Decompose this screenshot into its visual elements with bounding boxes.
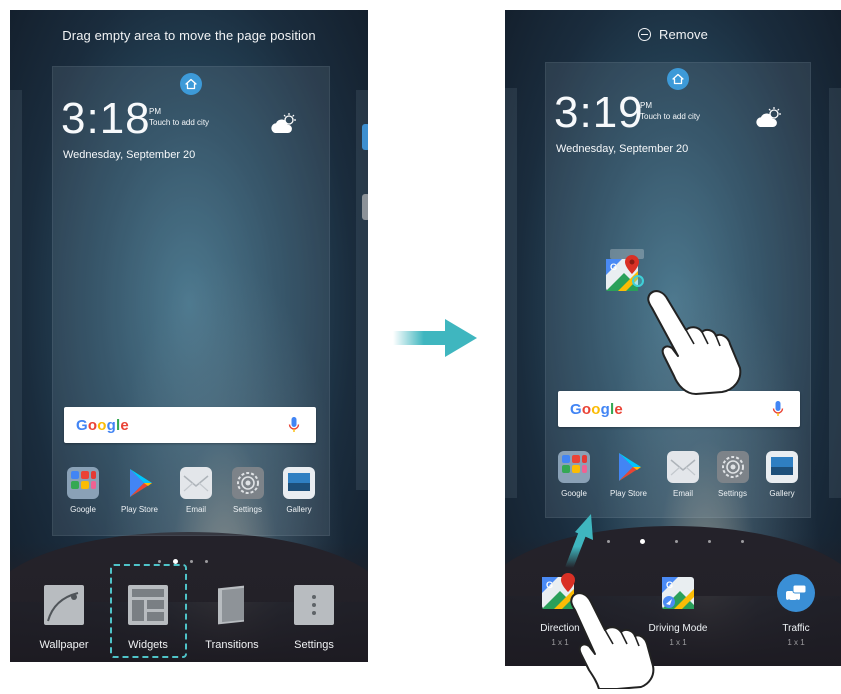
prev-page-preview[interactable] <box>10 90 22 490</box>
email-icon <box>180 467 212 499</box>
settings-button[interactable]: Settings <box>284 585 344 651</box>
wallpaper-button[interactable]: Wallpaper <box>34 585 94 651</box>
transitions-icon <box>212 585 252 625</box>
dock-app-gallery[interactable]: Gallery <box>762 451 802 498</box>
dock-app-label: Google <box>70 505 96 514</box>
settings-label: Settings <box>294 639 334 651</box>
play-store-icon <box>124 467 156 499</box>
mic-icon[interactable] <box>772 400 784 423</box>
next-page-preview[interactable] <box>829 88 841 498</box>
dock-app-label: Settings <box>718 489 747 498</box>
page-dot[interactable] <box>708 540 711 543</box>
gallery-icon <box>766 451 798 483</box>
clock-date: Wednesday, September 20 <box>63 149 196 161</box>
widget-label: Driving Mode <box>648 623 708 634</box>
left-home-screen: Drag empty area to move the page positio… <box>10 10 368 662</box>
page-dot-active[interactable] <box>640 539 645 544</box>
phone-app-icon <box>362 124 368 150</box>
page-dot[interactable] <box>158 560 161 563</box>
dock-app-play-store[interactable]: Play Store <box>115 467 165 514</box>
google-search-bar[interactable]: Google <box>64 407 316 443</box>
settings-gear-icon <box>716 451 749 483</box>
widget-label: Traffic <box>782 623 810 634</box>
dragged-maps-widget[interactable]: G <box>604 249 644 297</box>
widget-size: 1 x 1 <box>669 638 687 647</box>
svg-text:G: G <box>666 580 673 590</box>
dock-app-settings[interactable]: Settings <box>228 467 268 514</box>
email-icon <box>667 451 699 483</box>
dock-app-label: Gallery <box>286 505 312 514</box>
next-page-preview[interactable] <box>356 90 368 490</box>
drag-up-arrow-icon <box>563 510 599 575</box>
clock-time: 3:19 <box>554 88 644 137</box>
remove-icon <box>637 28 651 41</box>
clock-widget[interactable]: 3:18 PM Touch to add city Wednesday, Sep… <box>61 97 261 167</box>
home-page-icon[interactable] <box>667 68 689 90</box>
page-dot[interactable] <box>675 540 678 543</box>
wallpaper-icon <box>44 585 84 625</box>
page-preview-card[interactable]: 3:18 PM Touch to add city Wednesday, Sep… <box>52 66 330 536</box>
dock-app-label: Settings <box>233 505 262 514</box>
app-icon <box>362 194 368 220</box>
pressing-hand-icon <box>567 590 657 694</box>
page-move-hint: Drag empty area to move the page positio… <box>62 28 316 43</box>
page-dot[interactable] <box>190 560 193 563</box>
dock-app-play-store[interactable]: Play Store <box>604 451 654 498</box>
dock-app-google[interactable]: Google <box>554 451 594 498</box>
prev-page-preview[interactable] <box>505 88 517 498</box>
weather-icon[interactable] <box>269 113 299 140</box>
dock-app-google[interactable]: Google <box>63 467 103 514</box>
svg-text:G: G <box>546 580 553 590</box>
dock-app-label: Play Store <box>121 505 158 514</box>
folder-icon <box>67 467 99 499</box>
settings-icon <box>294 585 334 625</box>
dock-app-label: Google <box>561 489 587 498</box>
gallery-icon <box>283 467 315 499</box>
page-dot[interactable] <box>607 540 610 543</box>
settings-gear-icon <box>231 467 264 499</box>
clock-ampm: PM <box>149 107 161 116</box>
google-logo: Google <box>76 416 129 434</box>
dock-app-email[interactable]: Email <box>663 451 703 498</box>
traffic-icon <box>777 574 815 612</box>
dock-app-label: Play Store <box>610 489 647 498</box>
page-dot[interactable] <box>741 540 744 543</box>
step-arrow-icon <box>393 318 479 363</box>
add-city-link[interactable]: Touch to add city <box>640 112 700 121</box>
app-dock: Google Play Store Email Settings Gallery <box>63 467 319 514</box>
home-page-icon[interactable] <box>180 73 202 95</box>
page-indicator <box>607 539 744 544</box>
dock-app-settings[interactable]: Settings <box>713 451 753 498</box>
dock-app-gallery[interactable]: Gallery <box>279 467 319 514</box>
svg-text:G: G <box>610 262 617 272</box>
clock-widget[interactable]: 3:19 PM Touch to add city Wednesday, Sep… <box>554 91 754 161</box>
transitions-button[interactable]: Transitions <box>200 585 264 651</box>
clock-ampm: PM <box>640 101 652 110</box>
weather-icon[interactable] <box>754 107 784 134</box>
play-store-icon <box>613 451 645 483</box>
google-logo: Google <box>570 400 623 418</box>
dock-app-label: Email <box>672 489 693 498</box>
add-city-link[interactable]: Touch to add city <box>149 118 209 127</box>
maps-driving-icon: G <box>662 577 694 609</box>
mic-icon[interactable] <box>288 416 300 439</box>
remove-zone[interactable]: Remove <box>505 27 841 44</box>
dock-app-label: Email <box>185 505 206 514</box>
clock-time: 3:18 <box>61 94 151 143</box>
app-dock: Google Play Store Email Settings Gallery <box>554 451 802 498</box>
pointing-hand-icon <box>642 286 752 401</box>
widget-traffic[interactable]: Traffic 1 x 1 <box>763 573 829 647</box>
wallpaper-label: Wallpaper <box>39 639 89 651</box>
page-dot[interactable] <box>205 560 208 563</box>
remove-label: Remove <box>658 27 708 42</box>
transitions-label: Transitions <box>205 639 259 651</box>
widget-size: 1 x 1 <box>787 638 805 647</box>
dock-app-email[interactable]: Email <box>176 467 216 514</box>
dock-app-label: Gallery <box>769 489 795 498</box>
widgets-highlight <box>110 564 187 658</box>
clock-date: Wednesday, September 20 <box>556 143 689 155</box>
folder-icon <box>558 451 590 483</box>
